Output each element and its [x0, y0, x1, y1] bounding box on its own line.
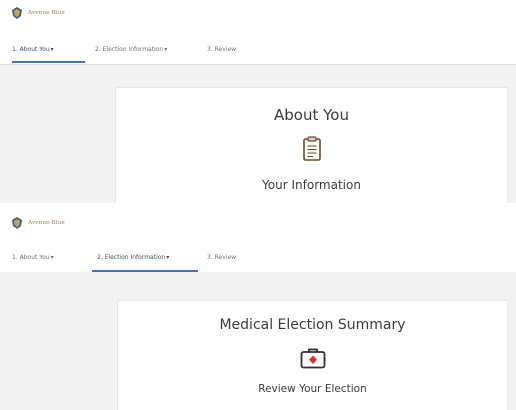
tab-label: 1. About You — [12, 45, 50, 53]
tab-label: 2. Election Information — [97, 253, 166, 261]
clipboard-icon — [302, 136, 321, 161]
tab-review[interactable]: 3. Review — [207, 250, 236, 264]
brand-logo[interactable]: Avenue Blue — [10, 6, 65, 20]
step-tabs: 1. About You ▾ 2. Election Information ▾… — [0, 38, 516, 65]
tab-about-you[interactable]: 1. About You ▾ — [12, 42, 54, 56]
chevron-down-icon: ▾ — [50, 253, 54, 261]
tab-label: 3. Review — [207, 253, 237, 261]
shield-logo-icon — [12, 7, 22, 19]
medical-kit-icon — [300, 348, 325, 369]
tab-about-you[interactable]: 1. About You ▾ — [12, 250, 54, 264]
step-tabs: 1. About You ▾ 2. Election Information ▾… — [0, 246, 516, 273]
chevron-down-icon: ▾ — [50, 45, 54, 53]
app-header: Avenue Blue — [0, 206, 516, 234]
chevron-down-icon: ▾ — [166, 253, 170, 261]
brand-logo[interactable]: Avenue Blue — [10, 216, 65, 230]
brand-name: Avenue Blue — [28, 220, 65, 226]
screen-medical-election-summary: Avenue Blue 1. About You ▾ 2. Election I… — [0, 206, 516, 410]
tab-review[interactable]: 3. Review — [207, 42, 236, 56]
active-tab-indicator — [12, 61, 85, 63]
card-subtitle: Review Your Election — [258, 383, 367, 395]
content-area: About You Your Information — [0, 65, 516, 203]
tab-election-information[interactable]: 2. Election Information ▾ — [97, 250, 169, 264]
card-title: About You — [274, 106, 349, 124]
card-subtitle: Your Information — [262, 178, 361, 192]
tab-label: 1. About You — [12, 253, 50, 261]
about-you-card[interactable]: About You Your Information — [115, 87, 508, 203]
medical-election-summary-card[interactable]: Medical Election Summary Review Your Ele… — [117, 300, 508, 410]
chevron-down-icon: ▾ — [164, 45, 168, 53]
tab-label: 3. Review — [207, 45, 237, 53]
tab-election-information[interactable]: 2. Election Information ▾ — [95, 42, 167, 56]
screen-about-you: Avenue Blue 1. About You ▾ 2. Election I… — [0, 0, 516, 203]
brand-name: Avenue Blue — [28, 10, 65, 16]
content-area: Medical Election Summary Review Your Ele… — [0, 272, 516, 410]
card-title: Medical Election Summary — [219, 317, 406, 333]
tab-label: 2. Election Information — [95, 45, 164, 53]
app-header: Avenue Blue — [0, 0, 516, 28]
shield-logo-icon — [12, 217, 22, 229]
